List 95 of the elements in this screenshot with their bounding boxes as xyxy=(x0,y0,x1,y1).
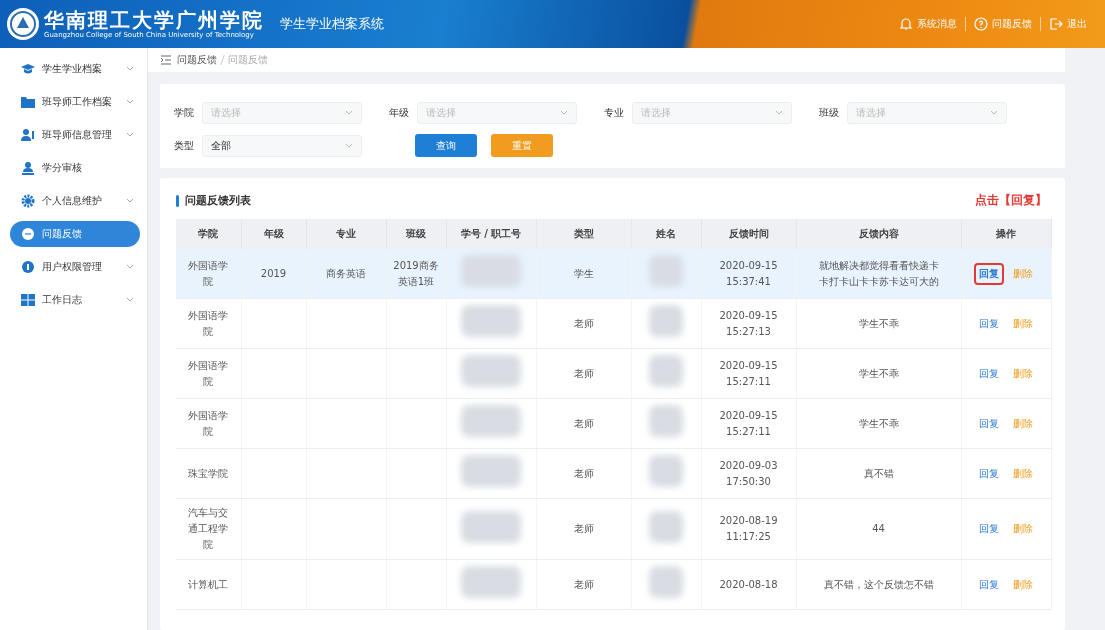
table-cell-text: 2020-08-19 11:17:25 xyxy=(718,514,779,544)
chevron-down-icon xyxy=(345,142,353,149)
sidebar-item[interactable]: 工作日志 xyxy=(10,287,140,313)
reply-link[interactable]: 回复 xyxy=(976,464,1002,483)
column-header: 年级 xyxy=(241,219,306,249)
table-cell-text: 老师 xyxy=(573,366,594,381)
table-cell-text: 商务英语 xyxy=(326,266,366,281)
table-row[interactable]: 外国语学院 老师 2020-09-15 15:27:11 学生不乖 回复 删除 xyxy=(176,348,1051,399)
column-header: 专业 xyxy=(306,219,386,249)
sidebar-item[interactable]: 个人信息维护 xyxy=(10,188,140,214)
column-header: 班级 xyxy=(386,219,446,249)
table-row[interactable]: 外国语学院 老师 2020-09-15 15:27:13 学生不乖 回复 删除 xyxy=(176,298,1051,349)
table-row[interactable]: 外国语学院 2019 商务英语 2019商务英语1班 学生 2020-09-15 15:37:41 就地解决都觉得看看快递卡卡打卡山卡卡苏卡达可大的 回复 删除 xyxy=(176,249,1051,299)
bell-icon xyxy=(899,17,913,31)
table-cell-text: 学生 xyxy=(573,266,594,281)
table-cell-text: 老师 xyxy=(573,416,594,431)
table-cell-text: 就地解决都觉得看看快递卡卡打卡山卡卡苏卡达可大的 xyxy=(817,258,940,289)
table-cell-text: 老师 xyxy=(573,466,594,481)
person-icon xyxy=(20,161,36,175)
chevron-down-icon xyxy=(345,110,353,116)
table-cell-text: 老师 xyxy=(573,577,594,592)
table-cell-text: 学生不乖 xyxy=(857,316,900,331)
sidebar-item[interactable]: 班导师信息管理 xyxy=(10,122,140,148)
table-cell-text: 44 xyxy=(871,522,886,536)
exit-icon xyxy=(1049,17,1063,31)
table-cell-text: 计算机工 xyxy=(187,577,230,592)
sidebar-item[interactable]: 学生学业档案 xyxy=(10,56,140,82)
column-header: 操作 xyxy=(961,219,1051,249)
sidebar-item[interactable]: 用户权限管理 xyxy=(10,254,140,280)
folder-icon xyxy=(20,95,36,109)
reply-link[interactable]: 回复 xyxy=(976,314,1002,333)
filter-label: 专业 xyxy=(604,106,624,120)
chevron-down-icon xyxy=(560,110,568,116)
table-row[interactable]: 珠宝学院 老师 2020-09-03 17:50:30 真不错 回复 删除 xyxy=(176,448,1051,499)
annotation-text: 点击【回复】 xyxy=(975,192,1047,209)
table-title: 问题反馈列表 xyxy=(185,193,251,208)
table-cell-text: 2020-09-15 15:27:11 xyxy=(718,408,779,439)
grid-icon xyxy=(20,293,36,307)
emblem-icon xyxy=(6,7,40,41)
table-cell-text: 真不错，这个反馈怎不错 xyxy=(822,577,935,592)
sidebar-item[interactable]: 问题反馈 xyxy=(10,221,140,247)
table-cell-text: 外国语学院 xyxy=(187,358,230,389)
table-cell-text: 学生不乖 xyxy=(857,366,900,381)
column-header: 类型 xyxy=(536,219,631,249)
sidebar-item[interactable]: 班导师工作档案 xyxy=(10,89,140,115)
chevron-down-icon xyxy=(990,110,998,116)
question-icon xyxy=(974,17,988,31)
search-button[interactable]: 查询 xyxy=(415,134,477,157)
circle-icon xyxy=(20,260,36,274)
table-cell-text: 老师 xyxy=(573,316,594,331)
table-row[interactable]: 汽车与交通工程学院 老师 2020-08-19 11:17:25 44 回复 删除 xyxy=(176,498,1051,560)
filter-label: 学院 xyxy=(174,106,194,120)
system-title: 学生学业档案系统 xyxy=(280,15,384,33)
breadcrumb-item[interactable]: 问题反馈 xyxy=(177,53,217,67)
table-cell-text: 2020-09-15 15:27:13 xyxy=(718,308,779,339)
table-cell-text: 2020-09-15 15:37:41 xyxy=(718,258,779,289)
table-cell-text: 珠宝学院 xyxy=(187,466,230,481)
table-cell-text: 老师 xyxy=(573,522,594,536)
table-cell-text: 2019 xyxy=(260,266,287,281)
reply-link[interactable]: 回复 xyxy=(976,520,1002,538)
menu-fold-icon xyxy=(160,55,172,65)
table-cell-text: 外国语学院 xyxy=(187,308,230,339)
filter-label: 类型 xyxy=(174,138,194,153)
table-row[interactable]: 计算机工 老师 2020-08-18 真不错，这个反馈怎不错 回复 删除 xyxy=(176,559,1051,610)
gear-icon xyxy=(20,194,36,208)
breadcrumb-item: 问题反馈 xyxy=(228,53,268,67)
column-header: 学院 xyxy=(176,219,241,249)
table-cell-text: 2020-09-03 17:50:30 xyxy=(718,458,779,489)
header-link[interactable]: 系统消息 xyxy=(891,17,965,31)
chevron-down-icon xyxy=(775,110,783,116)
table-cell-text: 汽车与交通工程学院 xyxy=(187,506,230,552)
graduation-cap-icon xyxy=(20,62,36,76)
person-icon xyxy=(20,128,36,142)
school-name: 华南理工大学广州学院 xyxy=(44,8,264,31)
reply-link[interactable]: 回复 xyxy=(976,264,1002,283)
table-cell-text: 真不错 xyxy=(862,466,895,481)
header-link[interactable]: 问题反馈 xyxy=(966,17,1040,31)
table-cell-text: 2020-09-15 15:27:11 xyxy=(718,358,779,389)
table-cell-text: 外国语学院 xyxy=(187,408,230,439)
select-field[interactable]: 全部 xyxy=(202,134,362,157)
reply-link[interactable]: 回复 xyxy=(976,575,1002,594)
reply-link[interactable]: 回复 xyxy=(976,414,1002,433)
table-cell-text: 外国语学院 xyxy=(187,258,230,289)
table-row[interactable]: 外国语学院 老师 2020-09-15 15:27:11 学生不乖 回复 删除 xyxy=(176,398,1051,449)
filter-label: 班级 xyxy=(819,106,839,120)
table-cell-text: 学生不乖 xyxy=(857,416,900,431)
table-cell-text: 2019商务英语1班 xyxy=(393,258,439,289)
reply-link[interactable]: 回复 xyxy=(976,364,1002,383)
column-header: 反馈内容 xyxy=(796,219,961,249)
sidebar-item[interactable]: 学分审核 xyxy=(10,155,140,181)
column-header: 学号 / 职工号 xyxy=(446,219,536,249)
column-header: 反馈时间 xyxy=(701,219,796,249)
table-cell-text: 2020-08-18 xyxy=(718,577,779,592)
filter-label: 年级 xyxy=(389,106,409,120)
column-header: 姓名 xyxy=(631,219,701,249)
